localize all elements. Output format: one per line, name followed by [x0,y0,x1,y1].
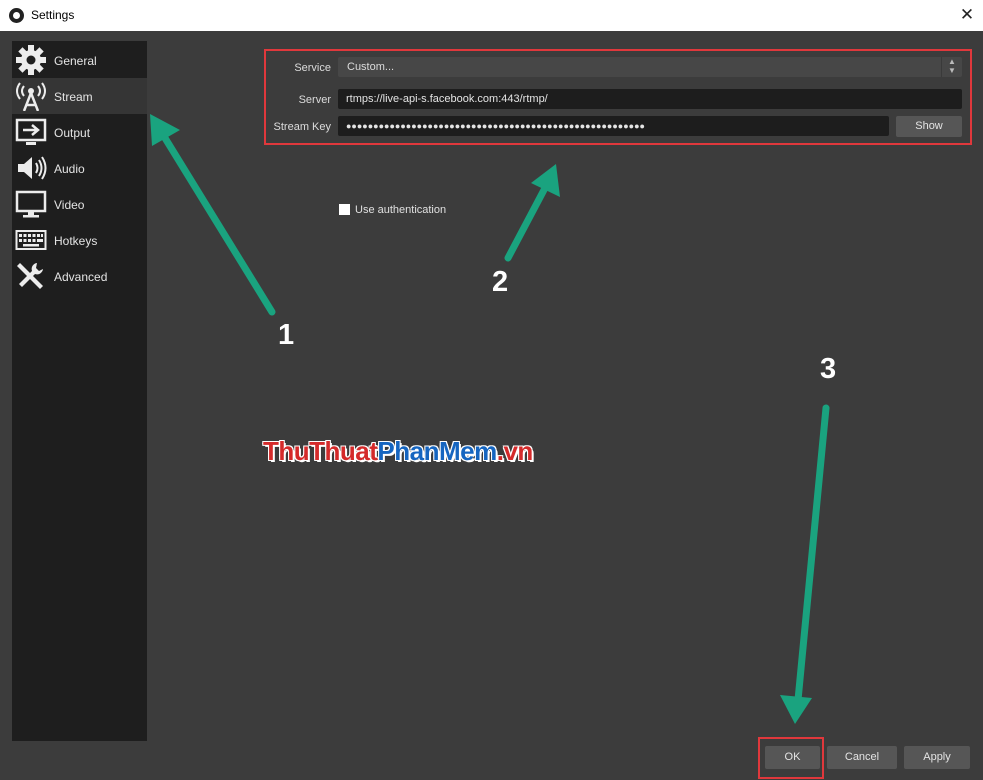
annotation-arrows [150,114,830,724]
apply-button[interactable]: Apply [904,746,970,769]
cancel-button[interactable]: Cancel [827,746,897,769]
ok-button-highlight [758,737,824,779]
step-number-2: 2 [492,266,509,298]
arrow-2 [504,184,549,262]
arrow-3 [794,404,830,704]
step-number-3: 3 [820,353,837,385]
arrow-3-head [780,695,812,724]
arrow-1 [161,134,276,316]
step-number-1: 1 [278,319,295,351]
